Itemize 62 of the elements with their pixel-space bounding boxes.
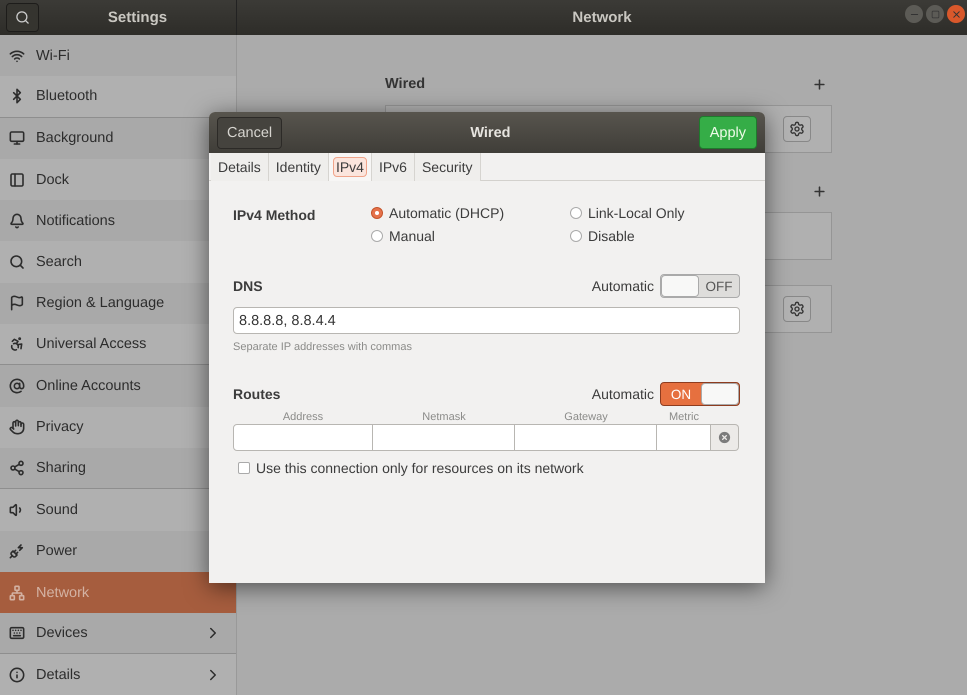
sidebar-item[interactable]: Details [0,654,236,695]
route-field[interactable] [373,424,515,451]
automatic-label: Automatic [592,278,654,294]
tab[interactable]: Identity [268,153,329,181]
routes-label: Routes [233,386,280,402]
sidebar-item[interactable]: Bluetooth [0,76,236,118]
dialog-title: Wired [470,124,510,140]
clear-icon [717,430,732,445]
close-icon [950,8,962,20]
close-button[interactable] [947,5,965,23]
dns-label: DNS [233,278,263,294]
route-field[interactable] [657,424,711,451]
tab[interactable]: Details [211,153,269,181]
bell-icon [9,212,25,229]
column-header: Gateway [563,411,609,423]
section-heading: Wired [385,76,426,92]
automatic-label: Automatic [592,386,654,402]
cancel-button[interactable]: Cancel [217,116,282,148]
maximize-button[interactable] [926,5,944,23]
radio-option[interactable]: Manual [371,228,570,244]
radio-option[interactable]: Automatic (DHCP) [371,205,570,221]
checkbox-option[interactable]: Use this connection only for resources on its network [233,460,740,476]
dock-icon [9,172,25,188]
share-icon [9,460,25,476]
method-label: IPv4 Method [233,206,316,225]
search-icon [15,10,30,25]
add-icon[interactable] [812,76,827,92]
search-icon [9,254,25,270]
search-button[interactable] [6,3,39,32]
column-header: Address [282,411,324,423]
delete-button[interactable] [711,424,739,451]
minimize-button[interactable] [905,5,923,23]
info-icon [9,667,25,684]
settings-button[interactable] [783,116,811,142]
column-header: Netmask [421,411,467,423]
toggle-switch[interactable]: OFF [660,274,740,298]
gear-icon [789,301,805,317]
hand-icon [9,419,25,436]
column-header: Metric [668,411,700,423]
monitor-icon [9,130,25,146]
at-sign-icon [9,378,25,394]
dns-field[interactable]: 8.8.8.8, 8.8.4.4 [233,307,740,334]
network-icon [9,584,25,600]
settings-button[interactable] [783,296,811,322]
add-icon[interactable] [812,184,827,198]
radio-option[interactable]: Disable [570,228,740,244]
maximize-icon [930,10,940,18]
hint-text: Separate IP addresses with commas [233,341,413,353]
gear-icon [789,121,805,137]
flag-icon [9,295,25,312]
wifi-icon [9,48,25,64]
tab[interactable]: IPv6 [372,153,415,181]
plug-icon [9,543,25,560]
tab[interactable]: IPv4 [328,153,372,181]
accessibility-icon [9,336,25,352]
radio-option[interactable]: Link-Local Only [570,205,740,221]
window-title: Network [572,9,632,26]
tab[interactable]: Security [414,153,481,181]
keyboard-icon [9,625,25,642]
route-field[interactable] [515,424,657,451]
route-field[interactable] [233,424,373,451]
sidebar-title: Settings [106,9,168,26]
